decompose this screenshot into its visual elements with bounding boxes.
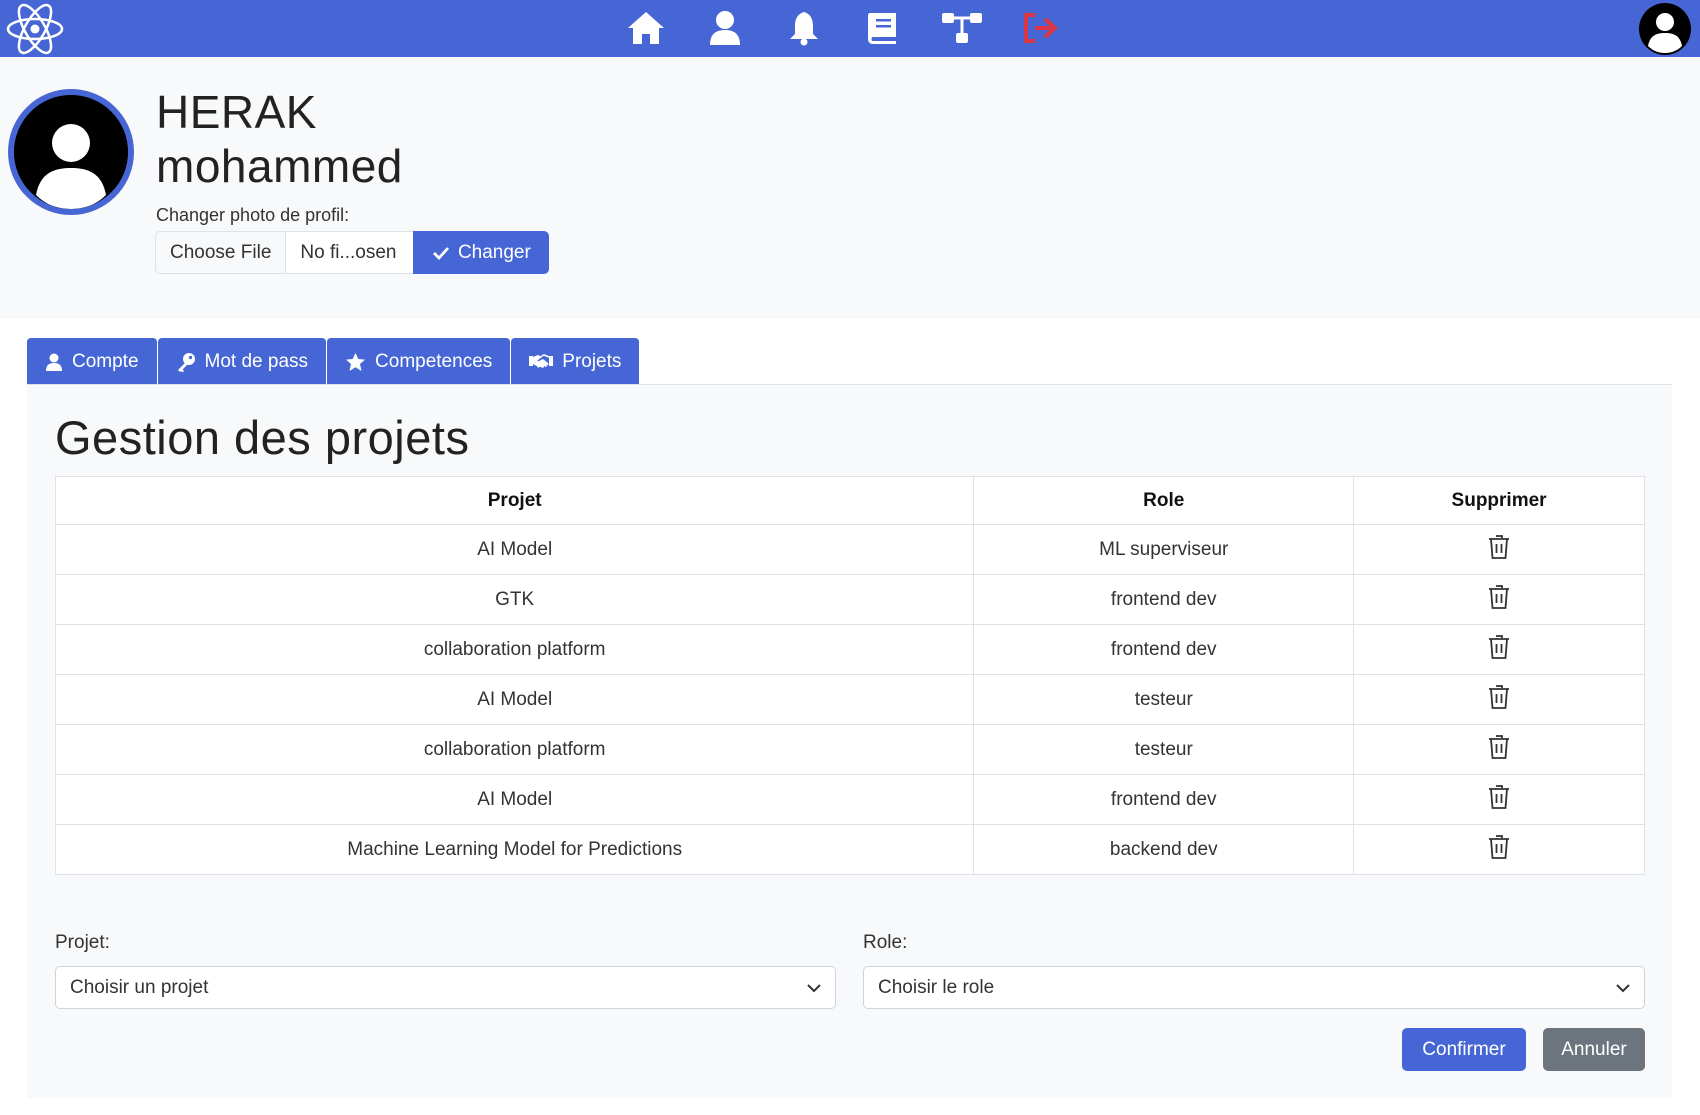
change-photo-button[interactable]: Changer <box>413 231 550 274</box>
role-select[interactable]: Choisir le role <box>863 966 1645 1009</box>
atom-logo-icon[interactable] <box>4 2 66 56</box>
key-icon <box>177 352 195 372</box>
profile-header: HERAK mohammed Changer photo de profil: … <box>0 57 1700 319</box>
file-name-display: No fi...osen <box>285 231 414 274</box>
cell-role: backend dev <box>973 824 1355 875</box>
profile-first-name: mohammed <box>156 140 403 192</box>
nav-icon-bar <box>606 6 1080 50</box>
projet-select[interactable]: Choisir un projet <box>55 966 836 1009</box>
home-icon[interactable] <box>606 6 685 50</box>
role-label: Role: <box>863 932 908 953</box>
photo-label: Changer photo de profil: <box>156 205 350 225</box>
chevron-down-icon <box>807 983 821 992</box>
cell-supprimer <box>1353 524 1645 575</box>
photo-upload-group: Choose File No fi...osen Changer <box>155 231 550 274</box>
user-icon <box>46 353 62 371</box>
trash-icon[interactable] <box>1488 684 1510 716</box>
profile-last-name: HERAK <box>156 86 317 138</box>
table-header-row: Projet Role Supprimer <box>54 476 1645 525</box>
cell-projet: Machine Learning Model for Predictions <box>54 824 975 875</box>
cell-supprimer <box>1353 574 1645 625</box>
cell-projet: collaboration platform <box>54 724 975 775</box>
table-row: Machine Learning Model for Predictions ba… <box>54 824 1645 875</box>
cell-supprimer <box>1353 824 1645 875</box>
projects-card: Gestion des projets Projet Role Supprime… <box>27 385 1672 1098</box>
column-header-projet: Projet <box>54 476 975 525</box>
cell-role: frontend dev <box>973 574 1355 625</box>
trash-icon[interactable] <box>1488 734 1510 766</box>
trash-icon[interactable] <box>1488 784 1510 816</box>
tab-label: Mot de pass <box>204 350 309 372</box>
projects-table-body: AI Model ML superviseur GTK frontend dev col… <box>54 524 1645 875</box>
user-avatar-icon[interactable] <box>1636 2 1694 56</box>
table-row: collaboration platform testeur <box>54 724 1645 775</box>
trash-icon[interactable] <box>1488 634 1510 666</box>
cell-supprimer <box>1353 624 1645 675</box>
profile-avatar <box>8 89 134 215</box>
cancel-button[interactable]: Annuler <box>1543 1028 1645 1071</box>
choose-file-button[interactable]: Choose File <box>155 231 286 274</box>
tab-mot-de-pass[interactable]: Mot de pass <box>157 338 327 385</box>
tab-projets[interactable]: Projets <box>511 338 640 385</box>
cell-projet: AI Model <box>54 774 975 825</box>
sitemap-icon[interactable] <box>922 6 1001 50</box>
trash-icon[interactable] <box>1488 534 1510 566</box>
check-icon <box>432 246 449 260</box>
table-row: AI Model frontend dev <box>54 774 1645 825</box>
cell-projet: GTK <box>54 574 975 625</box>
user-icon[interactable] <box>685 6 764 50</box>
projet-label: Projet: <box>55 932 110 953</box>
column-header-role: Role <box>973 476 1355 525</box>
trash-icon[interactable] <box>1488 834 1510 866</box>
cell-role: frontend dev <box>973 624 1355 675</box>
confirm-button[interactable]: Confirmer <box>1402 1028 1526 1071</box>
star-icon <box>346 352 366 371</box>
cell-projet: AI Model <box>54 524 975 575</box>
tab-label: Compte <box>72 350 139 372</box>
chevron-down-icon <box>1616 983 1630 992</box>
table-row: collaboration platform frontend dev <box>54 624 1645 675</box>
cell-role: testeur <box>973 674 1355 725</box>
cell-projet: collaboration platform <box>54 624 975 675</box>
cell-role: testeur <box>973 724 1355 775</box>
cell-supprimer <box>1353 724 1645 775</box>
change-photo-label: Changer <box>457 241 531 263</box>
table-row: AI Model testeur <box>54 674 1645 725</box>
column-header-supprimer: Supprimer <box>1353 476 1645 525</box>
book-icon[interactable] <box>843 6 922 50</box>
role-select-value: Choisir le role <box>878 976 995 998</box>
cell-supprimer <box>1353 674 1645 725</box>
page-title: Gestion des projets <box>55 411 470 464</box>
handshake-icon <box>529 353 554 368</box>
cell-role: ML superviseur <box>973 524 1355 575</box>
logout-icon[interactable] <box>1001 6 1080 50</box>
cell-role: frontend dev <box>973 774 1355 825</box>
tab-compte[interactable]: Compte <box>27 338 157 385</box>
projects-table: Projet Role Supprimer AI Model ML supervi… <box>54 476 1645 875</box>
cell-supprimer <box>1353 774 1645 825</box>
trash-icon[interactable] <box>1488 584 1510 616</box>
table-row: AI Model ML superviseur <box>54 524 1645 575</box>
bell-icon[interactable] <box>764 6 843 50</box>
table-row: GTK frontend dev <box>54 574 1645 625</box>
top-navbar <box>0 0 1700 57</box>
projet-select-value: Choisir un projet <box>70 976 209 998</box>
tab-label: Competences <box>375 350 493 372</box>
tab-label: Projets <box>562 350 622 372</box>
tab-competences[interactable]: Competences <box>327 338 511 385</box>
cell-projet: AI Model <box>54 674 975 725</box>
settings-tabs: Compte Mot de pass Competences Projets <box>27 338 640 385</box>
